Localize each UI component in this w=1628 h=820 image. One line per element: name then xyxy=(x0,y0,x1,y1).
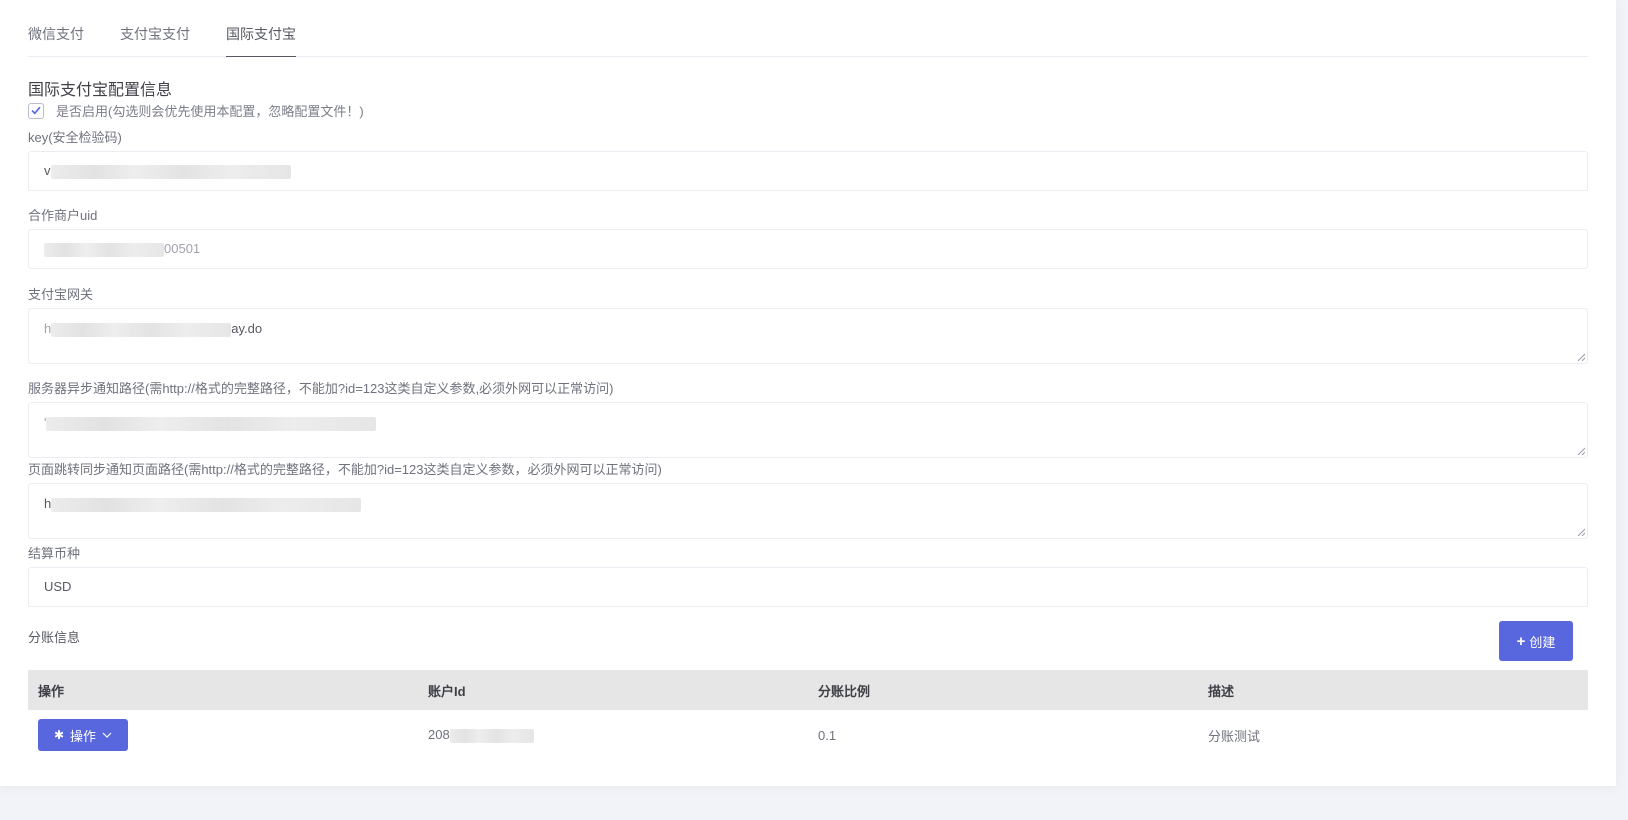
payment-tabs: 微信支付 支付宝支付 国际支付宝 xyxy=(28,0,1588,57)
currency-value: USD xyxy=(44,579,72,594)
section-title: 国际支付宝配置信息 xyxy=(28,82,173,99)
check-icon xyxy=(31,106,41,115)
gateway-textarea[interactable]: h ay.do xyxy=(28,308,1588,364)
notify-url-textarea[interactable]: ' xyxy=(28,402,1588,458)
currency-label: 结算币种 xyxy=(28,546,81,561)
resize-handle-icon[interactable] xyxy=(1577,528,1585,536)
gateway-label: 支付宝网关 xyxy=(28,287,94,302)
column-header-ratio: 分账比例 xyxy=(808,670,1198,710)
row-action-label: 操作 xyxy=(70,728,97,744)
key-value: v xyxy=(44,163,51,178)
redacted-blur xyxy=(44,242,164,257)
partner-uid-label: 合作商户uid xyxy=(28,208,98,223)
enable-checkbox[interactable] xyxy=(28,102,44,119)
redacted-blur xyxy=(51,497,362,512)
row-action-dropdown[interactable]: ✱ 操作 xyxy=(38,719,128,751)
account-id-value: 208 xyxy=(428,727,450,743)
description-cell: 分账测试 xyxy=(1208,728,1261,744)
settings-panel: 微信支付 支付宝支付 国际支付宝 国际支付宝配置信息 是否启用(勾选则会优先使用… xyxy=(0,0,1616,786)
return-url-textarea[interactable]: h xyxy=(28,483,1588,539)
action-cell: ✱ 操作 xyxy=(28,710,418,760)
split-info-title: 分账信息 xyxy=(28,630,81,645)
table-header-row: 操作 账户Id 分账比例 描述 xyxy=(28,670,1588,710)
create-button-label: 创建 xyxy=(1529,634,1556,650)
gateway-value-prefix: h xyxy=(44,321,52,336)
resize-handle-icon[interactable] xyxy=(1577,353,1585,361)
split-table: 操作 账户Id 分账比例 描述 ✱ 操作 208 0.1 分账测试 xyxy=(28,670,1588,760)
tab-alipay-international[interactable]: 国际支付宝 xyxy=(226,0,296,57)
redacted-blur xyxy=(50,164,291,179)
tab-alipay[interactable]: 支付宝支付 xyxy=(120,0,190,56)
tab-wechat-pay[interactable]: 微信支付 xyxy=(28,0,84,56)
redacted-blur xyxy=(449,728,534,743)
enable-label: 是否启用(勾选则会优先使用本配置，忽略配置文件！) xyxy=(56,104,364,119)
ratio-cell: 0.1 xyxy=(818,727,837,743)
partner-uid-input[interactable]: 00501 xyxy=(28,229,1588,269)
redacted-blur xyxy=(46,416,377,431)
key-input[interactable]: v xyxy=(28,151,1588,191)
gateway-value-suffix: ay.do xyxy=(231,321,263,336)
resize-handle-icon[interactable] xyxy=(1577,447,1585,455)
return-url-label: 页面跳转同步通知页面路径(需http://格式的完整路径，不能加?id=123这… xyxy=(28,462,662,477)
account-id-cell: 208 xyxy=(418,710,808,760)
return-url-value: h xyxy=(44,496,52,511)
key-label: key(安全检验码) xyxy=(28,130,122,145)
create-button[interactable]: + 创建 xyxy=(1499,621,1573,661)
table-row: ✱ 操作 208 0.1 分账测试 xyxy=(28,710,1588,760)
column-header-account-id: 账户Id xyxy=(418,670,808,710)
currency-input[interactable]: USD xyxy=(28,567,1588,607)
gear-icon: ✱ xyxy=(53,728,65,742)
enable-row: 是否启用(勾选则会优先使用本配置，忽略配置文件！) xyxy=(28,101,364,120)
column-header-description: 描述 xyxy=(1198,670,1588,710)
plus-icon: + xyxy=(1516,632,1526,650)
column-header-action: 操作 xyxy=(28,670,418,710)
redacted-blur xyxy=(51,322,232,337)
partner-uid-value: 00501 xyxy=(164,241,201,256)
chevron-down-icon xyxy=(102,732,112,738)
notify-url-label: 服务器异步通知路径(需http://格式的完整路径，不能加?id=123这类自定… xyxy=(28,381,614,396)
